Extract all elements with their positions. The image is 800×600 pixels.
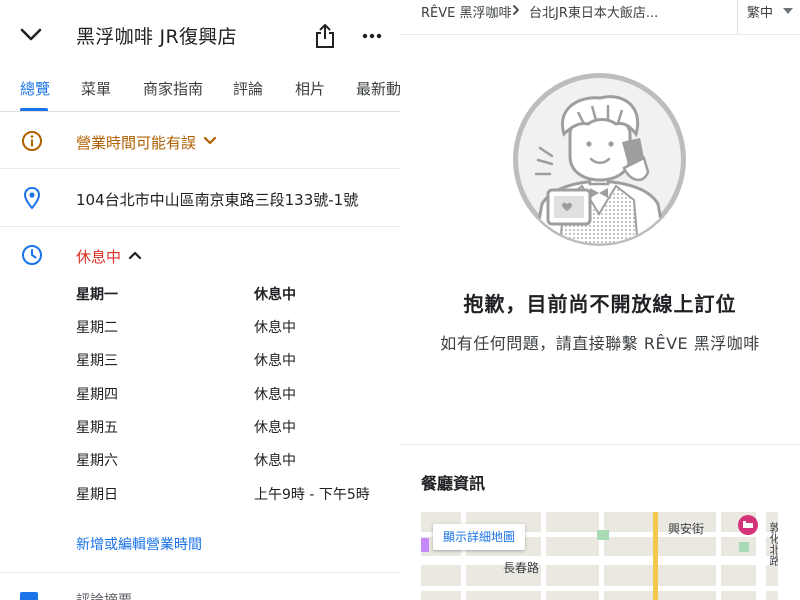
address-text[interactable]: 104台北市中山區南京東路三段133號-1號 — [76, 189, 358, 210]
divider — [400, 34, 800, 35]
edit-hours-link[interactable]: 新增或編輯營業時間 — [76, 534, 202, 554]
breadcrumb-restaurant[interactable]: RÊVE 黑浮咖啡 — [421, 2, 512, 21]
tab-directory[interactable]: 商家指南 — [143, 78, 203, 99]
place-panel: 黑浮咖啡 JR復興店 總覽 菜單 商家指南 評論 相片 最新動 營業時間可能有誤 — [0, 0, 400, 600]
unavailable-title: 抱歉，目前尚不開放線上訂位 — [463, 292, 737, 316]
hours-value: 休息中 — [254, 453, 296, 469]
tab-photos[interactable]: 相片 — [295, 78, 325, 99]
hours-value: 上午9時 - 下午5時 — [254, 487, 370, 503]
booking-panel: RÊVE 黑浮咖啡 台北JR東日本大飯店... 繁中 抱歉，目前尚不開放線上訂位… — [400, 0, 800, 600]
hours-day: 星期六 — [76, 453, 118, 469]
divider — [737, 0, 738, 34]
hours-warning[interactable]: 營業時間可能有誤 — [76, 132, 196, 153]
active-tab-indicator — [20, 108, 48, 111]
map-street-label: 興安街 — [668, 522, 705, 536]
tab-overview[interactable]: 總覽 — [20, 78, 50, 99]
hours-value: 休息中 — [254, 420, 296, 436]
hours-day: 星期四 — [76, 387, 118, 403]
chevron-down-icon[interactable] — [20, 26, 42, 44]
review-summary-icon — [20, 592, 38, 600]
more-icon[interactable] — [362, 33, 382, 39]
share-icon[interactable] — [314, 23, 336, 49]
location-pin-icon — [23, 186, 41, 210]
map-preview[interactable]: 顯示詳細地圖 長春路 興安街 敦化北路 — [421, 512, 778, 600]
show-detailed-map-button[interactable]: 顯示詳細地圖 — [433, 524, 526, 550]
divider — [0, 226, 400, 227]
chevron-right-icon — [513, 5, 519, 15]
divider — [0, 168, 400, 169]
restaurant-info-title: 餐廳資訊 — [421, 474, 486, 493]
clock-icon — [22, 245, 42, 265]
hours-day: 星期日 — [76, 487, 118, 503]
place-top-bar: 黑浮咖啡 JR復興店 — [0, 0, 400, 72]
map-street-label: 敦化北路 — [768, 522, 778, 566]
place-title: 黑浮咖啡 JR復興店 — [76, 26, 237, 48]
divider — [400, 444, 800, 445]
tab-reviews[interactable]: 評論 — [233, 78, 263, 99]
hours-value: 休息中 — [254, 287, 296, 303]
open-status[interactable]: 休息中 — [76, 246, 121, 267]
place-tabs: 總覽 菜單 商家指南 評論 相片 最新動 — [0, 72, 400, 112]
hours-value: 休息中 — [254, 353, 296, 369]
caret-down-icon[interactable] — [783, 8, 793, 14]
hours-day: 星期一 — [76, 287, 118, 303]
map-street-label: 長春路 — [503, 561, 540, 575]
language-selector[interactable]: 繁中 — [747, 2, 773, 21]
tab-updates[interactable]: 最新動 — [356, 78, 400, 99]
map-pin-icon[interactable] — [737, 514, 759, 536]
unavailable-message: 如有任何問題，請直接聯繫 RÊVE 黑浮咖啡 — [440, 334, 760, 353]
tab-menu[interactable]: 菜單 — [81, 78, 111, 99]
chevron-up-icon[interactable] — [127, 248, 143, 262]
hours-value: 休息中 — [254, 320, 296, 336]
hours-day: 星期三 — [76, 353, 118, 369]
hours-value: 休息中 — [254, 387, 296, 403]
divider — [0, 572, 400, 573]
chevron-down-icon[interactable] — [202, 134, 218, 148]
hours-day: 星期五 — [76, 420, 118, 436]
info-icon — [22, 131, 42, 151]
review-summary-label[interactable]: 評論摘要 — [76, 590, 132, 600]
hours-day: 星期二 — [76, 320, 118, 336]
person-on-phone-illustration — [513, 73, 686, 246]
breadcrumb-location[interactable]: 台北JR東日本大飯店... — [529, 2, 658, 21]
